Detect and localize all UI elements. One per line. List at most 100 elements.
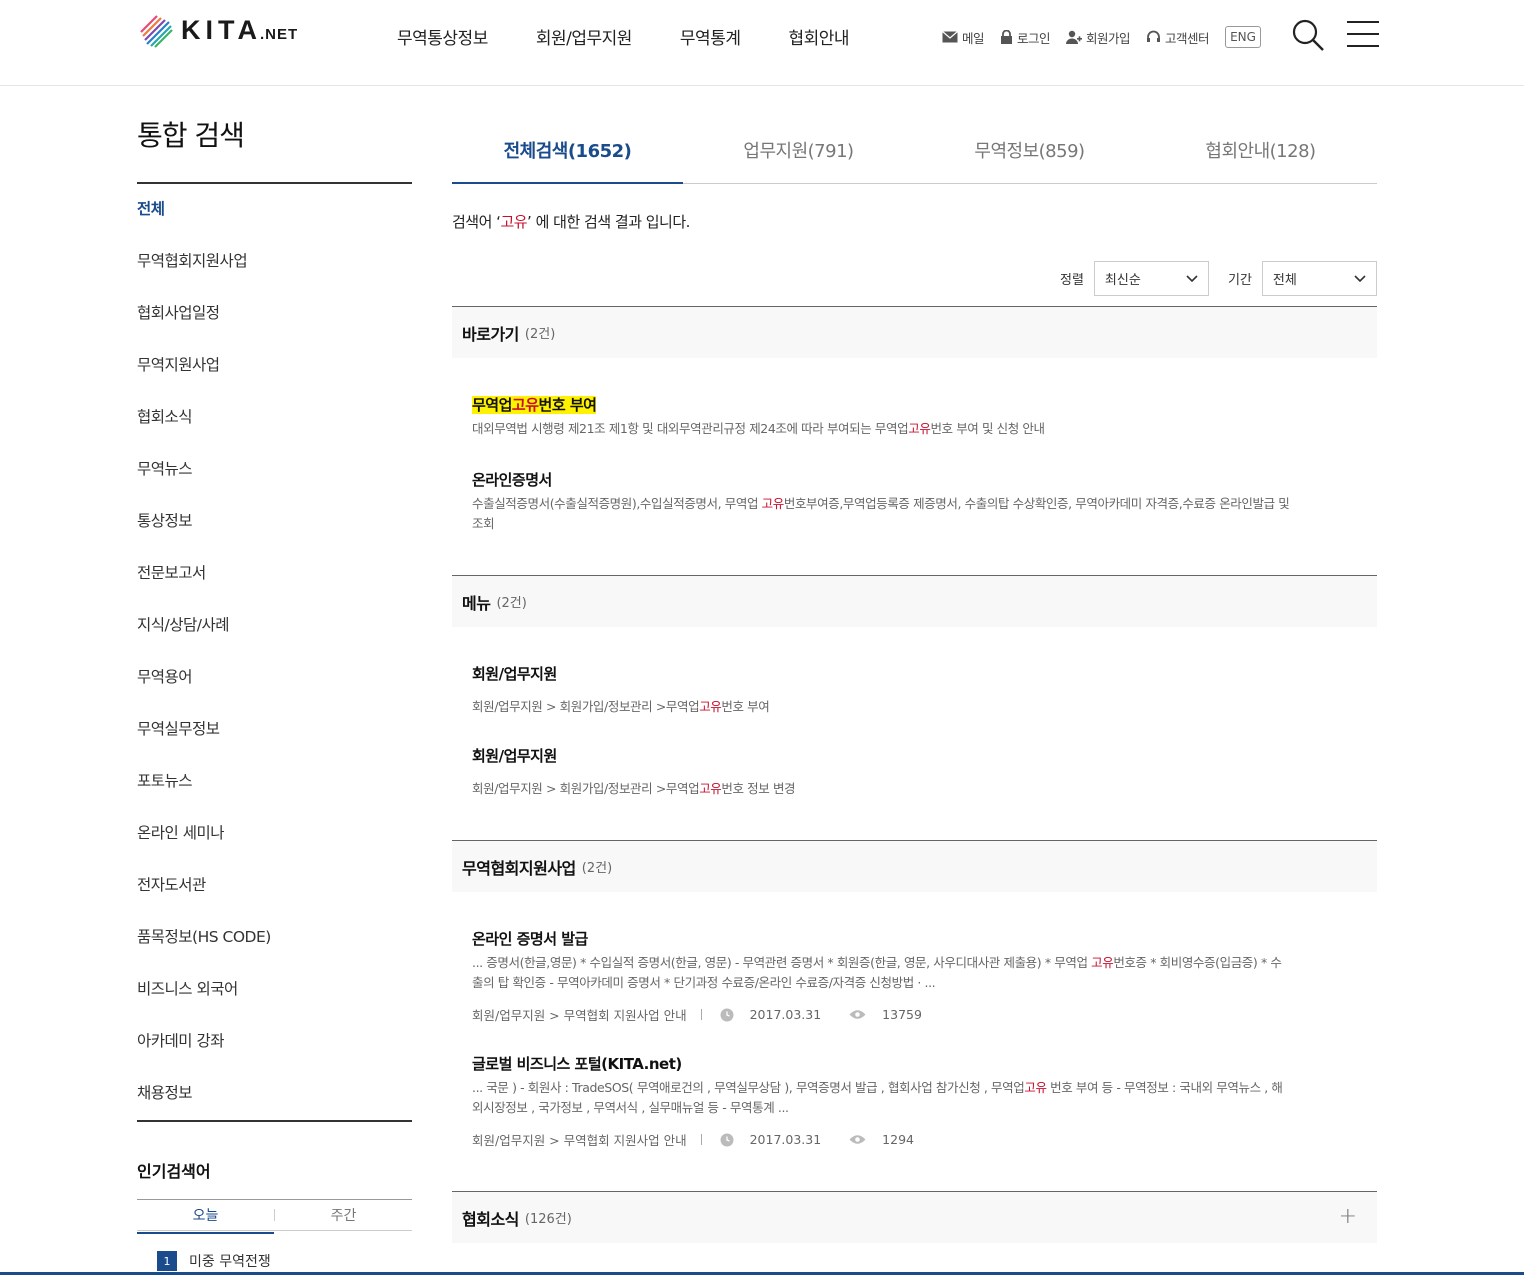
section-count: (2건) bbox=[496, 596, 527, 611]
sidebar-item-practice[interactable]: 무역실무정보 bbox=[137, 717, 412, 769]
meta-divider bbox=[700, 1134, 702, 1145]
section-count: (2건) bbox=[524, 327, 556, 342]
search-button[interactable] bbox=[1291, 18, 1325, 56]
eng-button[interactable]: ENG bbox=[1225, 26, 1261, 48]
logo-sub: .NET bbox=[260, 25, 299, 43]
item-path[interactable]: 회원/업무지원 > 무역협회 지원사업 안내 bbox=[472, 1005, 687, 1024]
sort-label: 정렬 bbox=[1060, 273, 1084, 288]
chevron-down-icon bbox=[1354, 274, 1366, 282]
logo-text: KITA bbox=[181, 14, 262, 45]
shortcut-item-title[interactable]: 온라인증명서 bbox=[472, 469, 552, 490]
item-views: 13759 bbox=[882, 1007, 922, 1022]
sort-value: 최신순 bbox=[1104, 273, 1141, 288]
util-mail-label: 메일 bbox=[962, 30, 985, 46]
chevron-down-icon bbox=[1186, 274, 1198, 282]
sidebar-item-reports[interactable]: 전문보고서 bbox=[137, 561, 412, 613]
sidebar-item-knowledge[interactable]: 지식/상담/사례 bbox=[137, 613, 412, 665]
page-title: 통합 검색 bbox=[137, 119, 245, 152]
sidebar-item-terms[interactable]: 무역용어 bbox=[137, 665, 412, 717]
sidebar-item-hs-code[interactable]: 품목정보(HS CODE) bbox=[137, 925, 412, 977]
tab-all[interactable]: 전체검색(1652) bbox=[452, 138, 683, 184]
user-add-icon bbox=[1066, 30, 1083, 44]
lock-icon bbox=[1001, 30, 1013, 44]
menu-item-path[interactable]: 회원/업무지원 > 회원가입/정보관리 >무역업고유번호 정보 변경 bbox=[472, 778, 1292, 797]
popular-keywords-tabs: 오늘 주간 bbox=[137, 1199, 412, 1234]
title-text: 무역업 bbox=[472, 396, 512, 414]
top-header: KITA .NET 무역통상정보 회원/업무지원 무역통계 협회안내 메일 로그… bbox=[0, 0, 1524, 86]
period-value: 전체 bbox=[1272, 273, 1297, 288]
eye-icon bbox=[849, 1134, 866, 1145]
tab-association-info[interactable]: 협회안내(128) bbox=[1145, 138, 1376, 183]
sidebar-divider bbox=[137, 1120, 412, 1122]
sidebar-item-trade-support[interactable]: 무역지원사업 bbox=[137, 353, 412, 405]
sidebar-item-support-program[interactable]: 무역협회지원사업 bbox=[137, 249, 412, 301]
path-text: 회원/업무지원 > 회원가입/정보관리 >무역업 bbox=[472, 699, 700, 714]
gnb-association[interactable]: 협회안내 bbox=[788, 24, 849, 49]
popular-keyword-item[interactable]: 1 미중 무역전쟁 bbox=[157, 1251, 271, 1271]
sidebar-item-association-news[interactable]: 협회소식 bbox=[137, 405, 412, 457]
util-customer-center[interactable]: 고객센터 bbox=[1146, 28, 1210, 47]
all-menu-button[interactable] bbox=[1347, 21, 1379, 49]
menu-item: 회원/업무지원 회원/업무지원 > 회원가입/정보관리 >무역업고유번호 정보 … bbox=[472, 745, 1292, 797]
period-select[interactable]: 전체 bbox=[1261, 261, 1377, 296]
support-item: 글로벌 비즈니스 포털(KITA.net) ... 국문 ) - 회원사 : T… bbox=[472, 1053, 1292, 1149]
sidebar-item-schedule[interactable]: 협회사업일정 bbox=[137, 301, 412, 353]
sidebar-item-jobs[interactable]: 채용정보 bbox=[137, 1081, 412, 1133]
sidebar-item-all[interactable]: 전체 bbox=[137, 197, 412, 249]
sidebar-item-academy[interactable]: 아카데미 강좌 bbox=[137, 1029, 412, 1081]
popular-keywords-title: 인기검색어 bbox=[137, 1162, 211, 1181]
desc-text: 수출실적증명서(수출실적증명원),수입실적증명서, 무역업 bbox=[472, 496, 762, 511]
period-label: 기간 bbox=[1228, 273, 1252, 288]
clock-icon bbox=[720, 1008, 734, 1022]
item-path[interactable]: 회원/업무지원 > 무역협회 지원사업 안내 bbox=[472, 1130, 687, 1149]
util-login[interactable]: 로그인 bbox=[1000, 28, 1051, 47]
menu-item-title[interactable]: 회원/업무지원 bbox=[472, 663, 557, 684]
section-count: (2건) bbox=[581, 861, 613, 876]
menu-item-path[interactable]: 회원/업무지원 > 회원가입/정보관리 >무역업고유번호 부여 bbox=[472, 696, 1292, 715]
menu-item-title[interactable]: 회원/업무지원 bbox=[472, 745, 557, 766]
clock-icon bbox=[720, 1133, 734, 1147]
title-keyword: 고유 bbox=[511, 396, 539, 414]
util-mail[interactable]: 메일 bbox=[942, 28, 985, 47]
search-tabs: 전체검색(1652) 업무지원(791) 무역정보(859) 협회안내(128) bbox=[452, 138, 1377, 184]
section-title: 메뉴 bbox=[462, 593, 491, 613]
section-header-news: 협회소식 (126건) + bbox=[452, 1191, 1377, 1243]
sidebar-item-trade-policy[interactable]: 통상정보 bbox=[137, 509, 412, 561]
shortcut-item-title[interactable]: 무역업고유번호 부여 bbox=[472, 394, 597, 415]
desc-keyword: 고유 bbox=[761, 496, 785, 511]
gnb-member-support[interactable]: 회원/업무지원 bbox=[536, 24, 633, 49]
sort-select[interactable]: 최신순 bbox=[1093, 261, 1209, 296]
support-item-title[interactable]: 온라인 증명서 발급 bbox=[472, 928, 588, 949]
sidebar-item-seminar[interactable]: 온라인 세미나 bbox=[137, 821, 412, 873]
support-item-title[interactable]: 글로벌 비즈니스 포털(KITA.net) bbox=[472, 1053, 682, 1074]
support-item-meta: 회원/업무지원 > 무역협회 지원사업 안내 2017.03.31 13759 bbox=[472, 1005, 1292, 1024]
shortcut-item-desc: 대외무역법 시행령 제21조 제1항 및 대외무역관리규정 제24조에 따라 부… bbox=[472, 419, 1292, 439]
sidebar-item-photo-news[interactable]: 포토뉴스 bbox=[137, 769, 412, 821]
logo-mark-icon bbox=[140, 15, 173, 48]
item-views: 1294 bbox=[882, 1132, 914, 1147]
result-prefix: 검색어 ‘ bbox=[452, 213, 501, 231]
kita-logo[interactable]: KITA .NET bbox=[137, 12, 298, 48]
popular-tab-weekly[interactable]: 주간 bbox=[275, 1205, 412, 1225]
path-text: 번호 정보 변경 bbox=[721, 781, 796, 796]
sidebar-item-library[interactable]: 전자도서관 bbox=[137, 873, 412, 925]
popular-keyword-text: 미중 무역전쟁 bbox=[189, 1254, 271, 1270]
result-keyword: 고유 bbox=[500, 213, 528, 231]
tab-business-support[interactable]: 업무지원(791) bbox=[683, 138, 914, 183]
meta-divider bbox=[700, 1009, 702, 1020]
util-join-label: 회원가입 bbox=[1086, 30, 1131, 46]
sidebar-item-business-language[interactable]: 비즈니스 외국어 bbox=[137, 977, 412, 1029]
popular-tab-today[interactable]: 오늘 bbox=[137, 1205, 274, 1234]
support-item-desc: ... 국문 ) - 회원사 : TradeSOS( 무역애로건의 , 무역실무… bbox=[472, 1078, 1292, 1118]
desc-keyword: 고유 bbox=[908, 421, 931, 436]
desc-text: ... 국문 ) - 회원사 : TradeSOS( 무역애로건의 , 무역실무… bbox=[472, 1080, 1025, 1095]
section-title: 바로가기 bbox=[462, 324, 519, 344]
tab-trade-info[interactable]: 무역정보(859) bbox=[914, 138, 1145, 183]
expand-plus-icon[interactable]: + bbox=[1339, 1204, 1357, 1229]
section-header-menu: 메뉴 (2건) bbox=[452, 575, 1377, 627]
gnb-trade-info[interactable]: 무역통상정보 bbox=[397, 24, 488, 49]
gnb-trade-stats[interactable]: 무역통계 bbox=[680, 24, 741, 49]
desc-text: ... 증명서(한글,영문) * 수입실적 증명서(한글, 영문) - 무역관련… bbox=[472, 955, 1092, 970]
util-join[interactable]: 회원가입 bbox=[1066, 28, 1131, 47]
sidebar-item-trade-news[interactable]: 무역뉴스 bbox=[137, 457, 412, 509]
